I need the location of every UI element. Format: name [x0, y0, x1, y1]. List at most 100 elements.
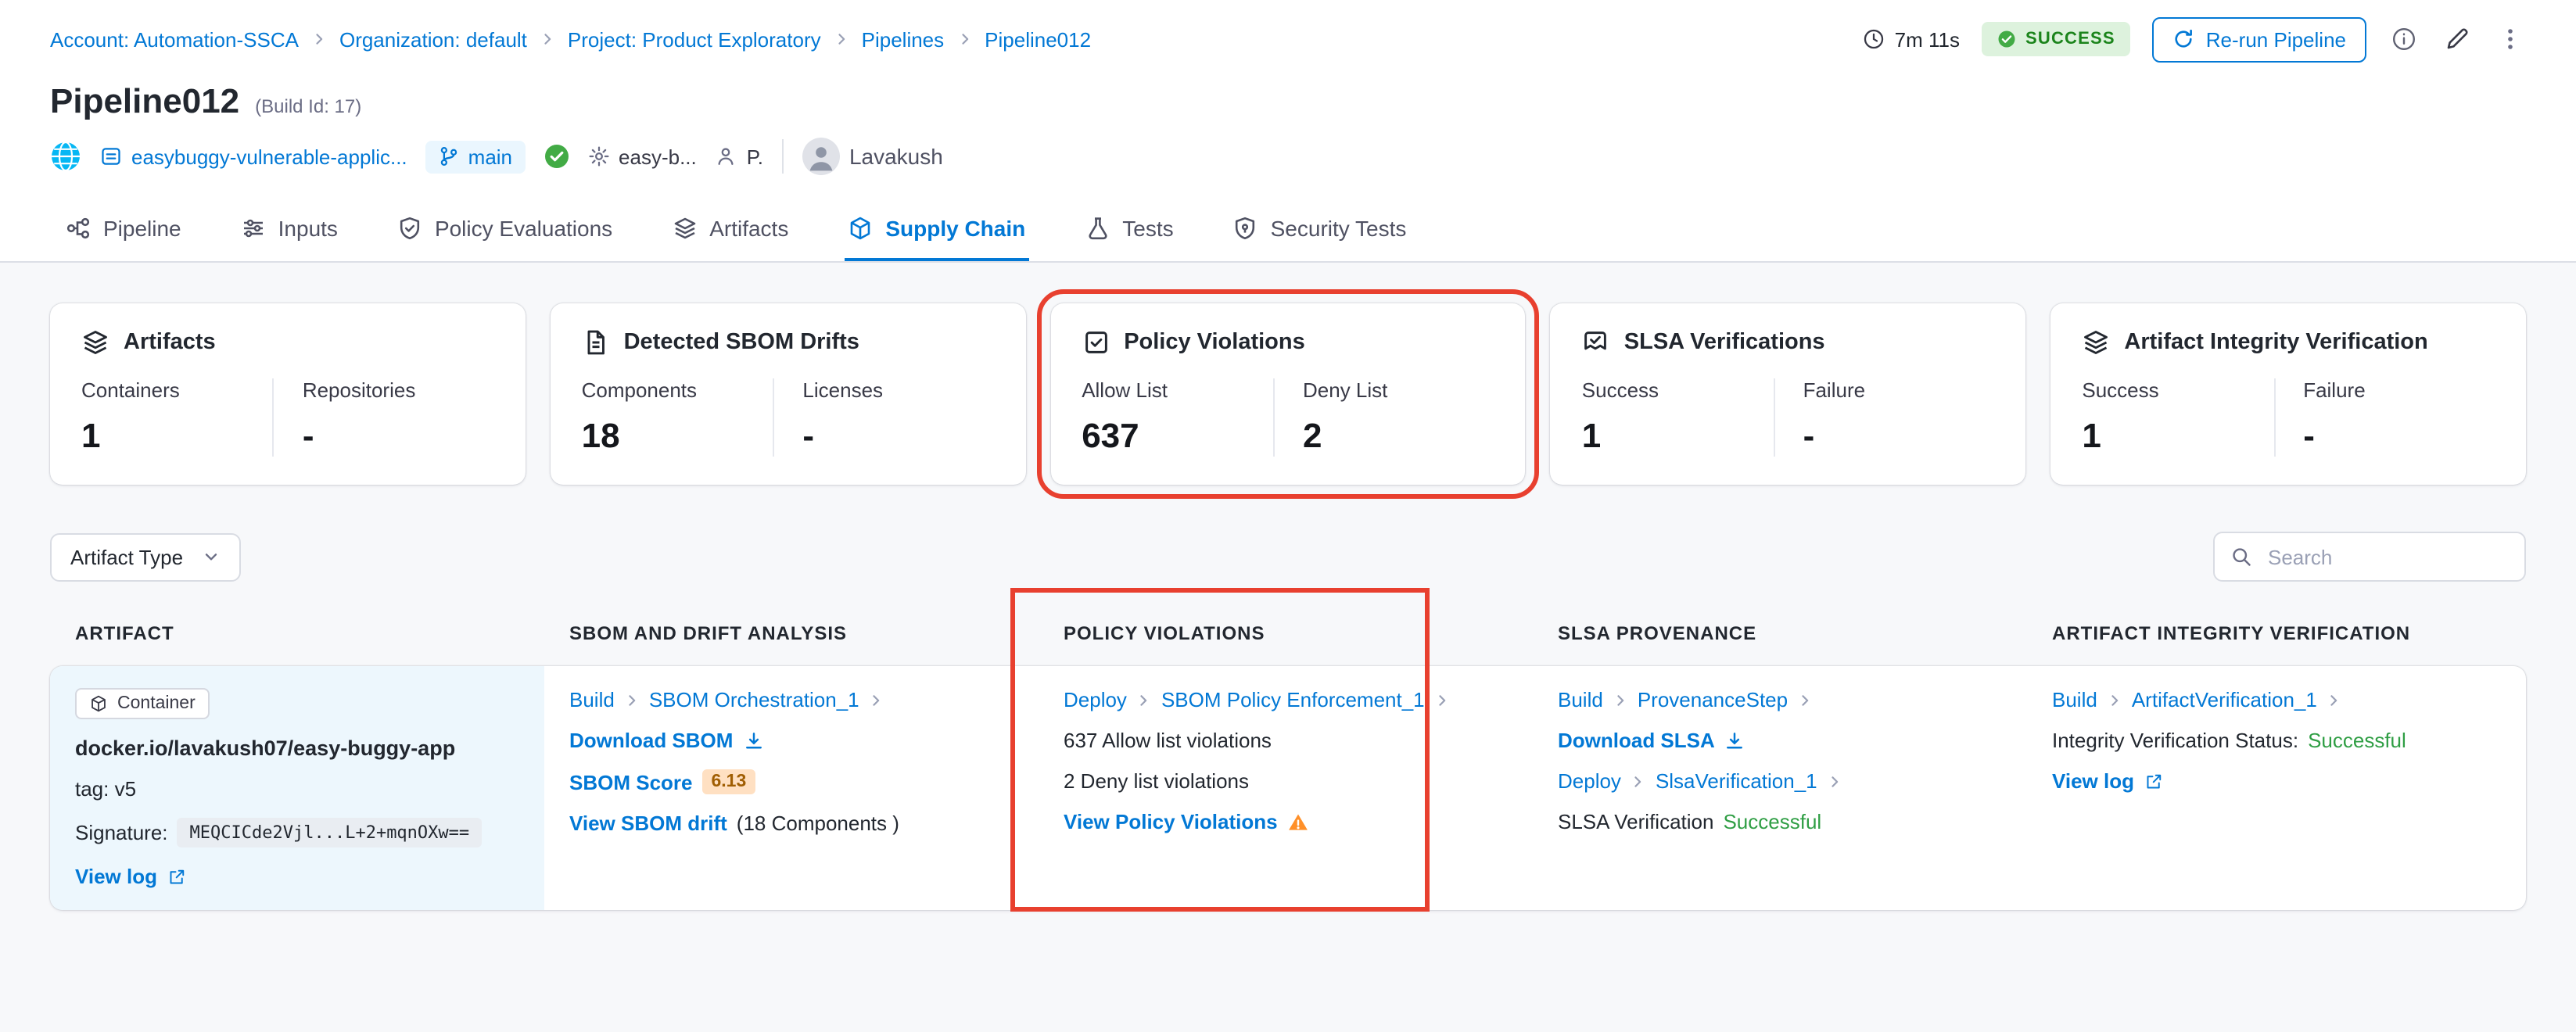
stage-link[interactable]: Build — [569, 688, 615, 711]
download-sbom-link[interactable]: Download SBOM — [569, 729, 733, 752]
signature-value: MEQCICde2Vjl...L+2+mqnOXw== — [178, 818, 483, 847]
breadcrumb: Account: Automation-SSCA Organization: d… — [50, 27, 1091, 51]
title-row: Pipeline012 (Build Id: 17) — [0, 78, 2576, 122]
tab-supply-chain[interactable]: Supply Chain — [845, 197, 1028, 261]
repo-link[interactable]: easybuggy-vulnerable-applic... — [100, 145, 407, 168]
stage-link[interactable]: Build — [2052, 688, 2097, 711]
breadcrumb-pipeline012[interactable]: Pipeline012 — [985, 27, 1091, 51]
stat-integrity-failure: Failure - — [2273, 378, 2495, 457]
chevron-right-icon — [956, 31, 972, 47]
package-icon — [848, 215, 873, 240]
column-header-artifact: ARTIFACT — [50, 622, 544, 644]
flask-icon — [1085, 215, 1110, 240]
card-artifact-integrity: Artifact Integrity Verification Success … — [2050, 303, 2526, 485]
stage-link[interactable]: Build — [1558, 688, 1603, 711]
tab-artifacts[interactable]: Artifacts — [669, 197, 791, 261]
page-title: Pipeline012 — [50, 81, 239, 122]
step-link[interactable]: SBOM Orchestration_1 — [649, 688, 859, 711]
step-link[interactable]: ArtifactVerification_1 — [2132, 688, 2317, 711]
chevron-right-icon — [1827, 773, 1842, 789]
column-header-slsa: SLSA PROVENANCE — [1533, 622, 2027, 644]
app-root: Account: Automation-SSCA Organization: d… — [0, 0, 2576, 1032]
breadcrumb-pipelines[interactable]: Pipelines — [862, 27, 945, 51]
column-header-policy: POLICY VIOLATIONS — [1039, 622, 1533, 644]
download-slsa-link[interactable]: Download SLSA — [1558, 729, 1715, 752]
view-sbom-drift-link[interactable]: View SBOM drift — [569, 812, 727, 835]
breadcrumb-organization[interactable]: Organization: default — [339, 27, 527, 51]
kebab-menu-icon[interactable] — [2495, 23, 2526, 55]
pipeline-icon — [66, 215, 91, 240]
cell-integrity-verification: Build ArtifactVerification_1 Integrity V… — [2027, 666, 2526, 910]
tab-inputs[interactable]: Inputs — [238, 197, 341, 261]
summary-cards: Artifacts Containers 1 Repositories - — [50, 303, 2526, 485]
chevron-right-icon — [1613, 692, 1628, 708]
tab-policy-evaluations[interactable]: Policy Evaluations — [394, 197, 615, 261]
repository-icon — [100, 145, 122, 167]
cell-policy-violations: Deploy SBOM Policy Enforcement_1 637 All… — [1039, 666, 1533, 910]
breadcrumb-project[interactable]: Project: Product Exploratory — [568, 27, 821, 51]
globe-icon — [50, 141, 81, 172]
view-policy-violations-link[interactable]: View Policy Violations — [1064, 810, 1278, 833]
table-header-row: ARTIFACT SBOM AND DRIFT ANALYSIS POLICY … — [50, 622, 2526, 644]
shield-icon — [1233, 215, 1258, 240]
stat-slsa-success: Success 1 — [1582, 378, 1774, 457]
stage-link[interactable]: Deploy — [1558, 769, 1621, 793]
tab-tests[interactable]: Tests — [1082, 197, 1176, 261]
search-input[interactable] — [2265, 543, 2509, 570]
chevron-right-icon — [834, 31, 849, 47]
stat-containers: Containers 1 — [81, 378, 273, 457]
sbom-score-badge: 6.13 — [702, 769, 756, 794]
chevron-down-icon — [202, 547, 221, 566]
search-icon — [2230, 546, 2252, 568]
tab-security-tests[interactable]: Security Tests — [1230, 197, 1410, 261]
view-log-link[interactable]: View log — [75, 865, 157, 888]
top-bar: Account: Automation-SSCA Organization: d… — [0, 0, 2576, 78]
stat-repositories: Repositories - — [273, 378, 494, 457]
drift-components-count: (18 Components ) — [737, 812, 899, 835]
triggered-by-user[interactable]: Lavakush — [802, 138, 943, 175]
top-bar-actions: 7m 11s SUCCESS Re-run Pipeline — [1864, 16, 2526, 62]
info-icon[interactable] — [2388, 23, 2420, 55]
tab-bar: Pipeline Inputs Policy Evaluations Artif… — [0, 197, 2576, 263]
breadcrumb-account[interactable]: Account: Automation-SSCA — [50, 27, 299, 51]
column-header-sbom: SBOM AND DRIFT ANALYSIS — [544, 622, 1039, 644]
badge-check-icon — [1582, 328, 1610, 357]
edit-pencil-icon[interactable] — [2441, 23, 2473, 55]
run-duration: 7m 11s — [1864, 27, 1960, 51]
tab-pipeline[interactable]: Pipeline — [63, 197, 185, 261]
step-link[interactable]: SlsaVerification_1 — [1656, 769, 1817, 793]
artifact-tag: tag: v5 — [75, 777, 136, 801]
branch-selector[interactable]: main — [426, 140, 525, 173]
artifact-type-dropdown[interactable]: Artifact Type — [50, 532, 241, 581]
stat-deny-list: Deny List 2 — [1273, 378, 1494, 457]
chevron-right-icon — [2327, 692, 2342, 708]
cube-icon — [89, 694, 108, 713]
pipeline-meta-row: easybuggy-vulnerable-applic... main easy… — [0, 122, 2576, 197]
rerun-pipeline-button[interactable]: Re-run Pipeline — [2153, 16, 2366, 62]
step-link[interactable]: SBOM Policy Enforcement_1 — [1161, 688, 1425, 711]
cell-sbom: Build SBOM Orchestration_1 Download SBOM… — [544, 666, 1039, 910]
slsa-verification-status: Successful — [1723, 810, 1821, 833]
supply-chain-content: Artifacts Containers 1 Repositories - — [0, 263, 2576, 1032]
deny-list-violations: 2 Deny list violations — [1064, 769, 1249, 793]
layers-icon — [2082, 328, 2110, 357]
sbom-score-link[interactable]: SBOM Score — [569, 770, 693, 794]
chevron-right-icon — [311, 31, 327, 47]
user-short-item[interactable]: P. — [716, 145, 763, 168]
service-item[interactable]: easy-b... — [587, 145, 697, 168]
stage-link[interactable]: Deploy — [1064, 688, 1127, 711]
view-log-link[interactable]: View log — [2052, 769, 2134, 793]
gear-icon — [587, 145, 609, 167]
card-artifacts: Artifacts Containers 1 Repositories - — [50, 303, 526, 485]
clock-icon — [1864, 28, 1885, 50]
chevron-right-icon — [869, 692, 884, 708]
integrity-status: Successful — [2308, 729, 2406, 752]
external-link-icon — [167, 867, 185, 886]
external-link-icon — [2144, 772, 2162, 790]
card-policy-violations: Policy Violations Allow List 637 Deny Li… — [1050, 303, 1526, 485]
document-icon — [582, 328, 610, 357]
search-box — [2213, 532, 2526, 582]
step-link[interactable]: ProvenanceStep — [1638, 688, 1788, 711]
chevron-right-icon — [1631, 773, 1646, 789]
chevron-right-icon — [1434, 692, 1450, 708]
